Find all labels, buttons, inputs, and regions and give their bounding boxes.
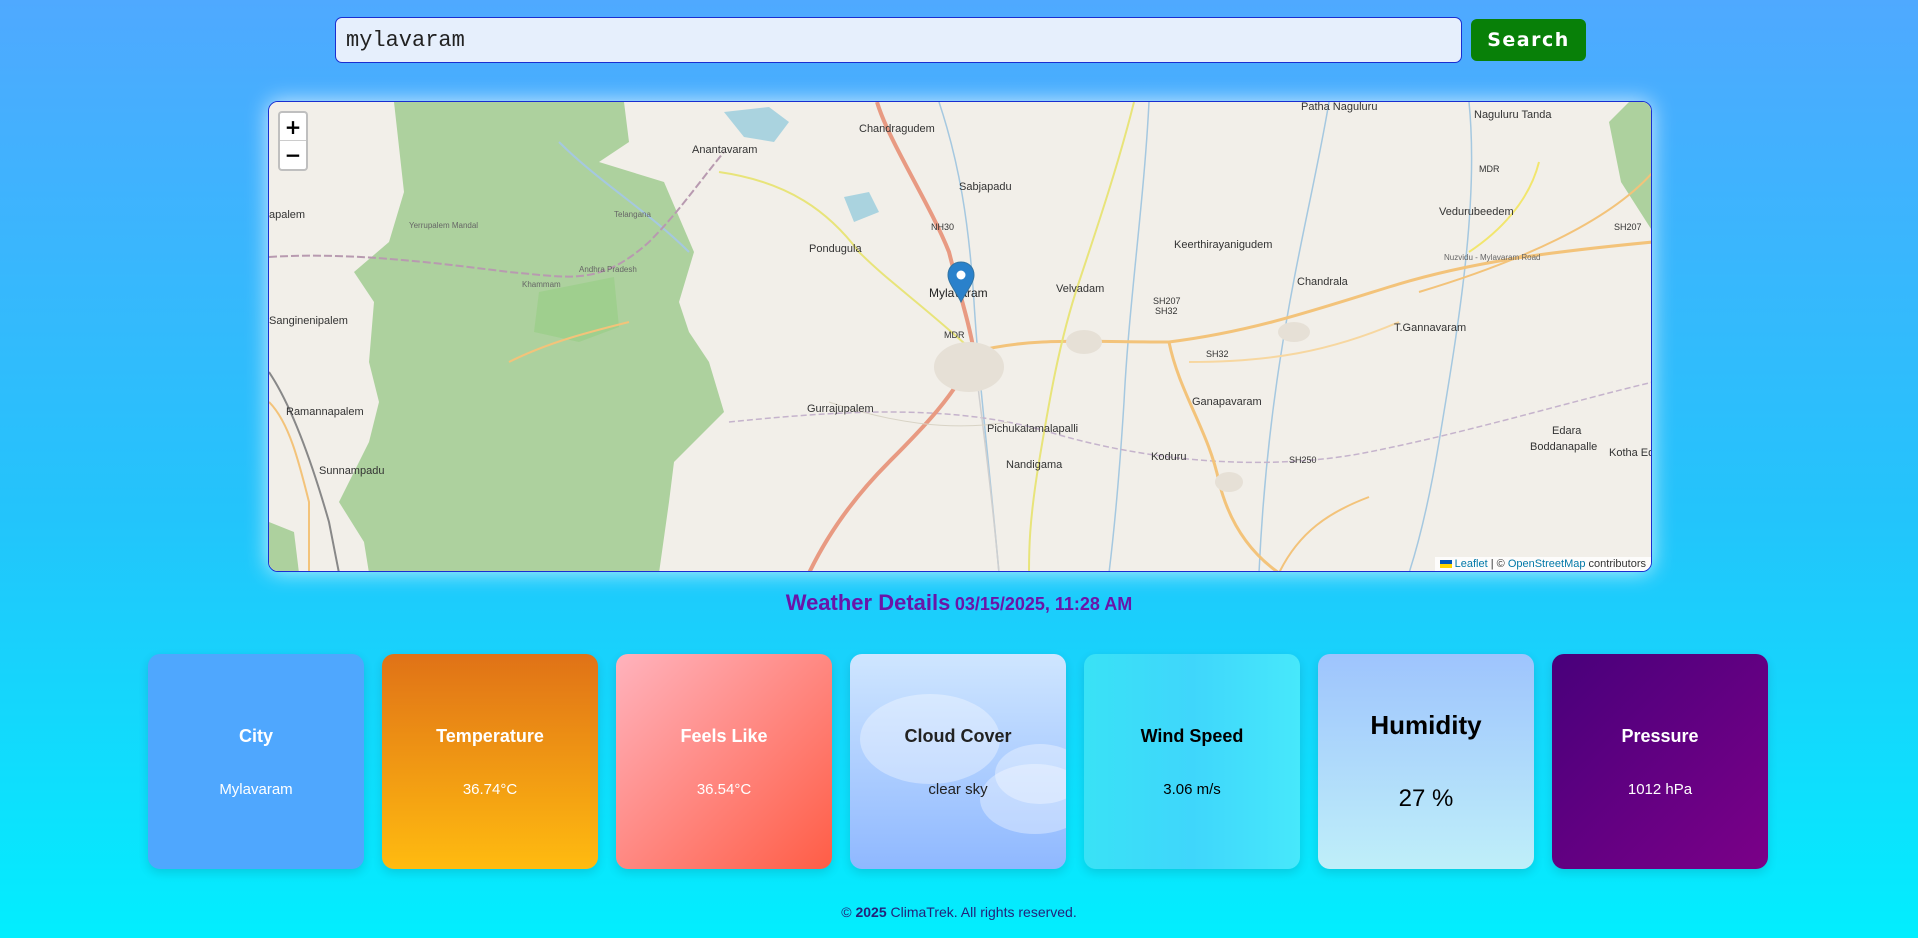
place-label: Vedurubeedem <box>1439 206 1514 218</box>
humidity-card: Humidity 27 % <box>1318 654 1534 869</box>
card-title: Temperature <box>436 725 544 746</box>
temperature-card: Temperature 36.74°C <box>382 654 598 869</box>
leaflet-link[interactable]: Leaflet <box>1455 558 1488 570</box>
card-title: Wind Speed <box>1140 725 1244 746</box>
cloud-cover-card: Cloud Cover clear sky <box>850 654 1066 869</box>
place-label: Keerthirayanigudem <box>1174 239 1272 251</box>
card-title: Feels Like <box>680 725 768 746</box>
card-value: Mylavaram <box>219 780 293 798</box>
place-label: Koduru <box>1151 451 1186 463</box>
weather-heading: Weather Details 03/15/2025, 11:28 AM <box>0 590 1918 616</box>
zoom-out-button[interactable]: − <box>280 141 306 169</box>
feels-like-card: Feels Like 36.54°C <box>616 654 832 869</box>
copyright-year: 2025 <box>855 904 887 920</box>
weather-timestamp: 03/15/2025, 11:28 AM <box>954 594 1133 614</box>
attribution-separator: | © <box>1487 558 1508 570</box>
wind-speed-card: Wind Speed 3.06 m/s <box>1084 654 1300 869</box>
town-area <box>1066 330 1102 354</box>
road-shield: MDR <box>1479 164 1500 174</box>
place-label: apalem <box>269 209 305 221</box>
road-shield: SH250 <box>1289 455 1317 465</box>
place-label: Pichukalamalapalli <box>987 423 1078 435</box>
place-label: Sabjapadu <box>959 181 1012 193</box>
pressure-card: Pressure 1012 hPa <box>1552 654 1768 869</box>
road-shield: SH32 <box>1155 306 1178 316</box>
place-label: Chandrala <box>1297 276 1349 288</box>
place-label: Boddanapalle <box>1530 441 1597 453</box>
search-bar: Search <box>335 17 1586 63</box>
road-shield: SH207 <box>1614 222 1642 232</box>
card-title: Pressure <box>1621 725 1699 746</box>
card-value: 3.06 m/s <box>1163 780 1221 798</box>
map-tiles: Patha Naguluru Naguluru Tanda Chandragud… <box>269 102 1652 571</box>
card-value: 36.74°C <box>462 780 518 798</box>
place-label: Patha Naguluru <box>1301 102 1377 113</box>
card-title: Humidity <box>1370 710 1482 740</box>
openstreetmap-link[interactable]: OpenStreetMap <box>1508 558 1586 570</box>
map-attribution: Leaflet | © OpenStreetMap contributors <box>1434 557 1651 571</box>
place-label: T.Gannavaram <box>1394 322 1466 334</box>
road-shield: SH32 <box>1206 349 1229 359</box>
place-label: Naguluru Tanda <box>1474 109 1552 121</box>
footer: © 2025 ClimaTrek. All rights reserved. <box>0 904 1918 920</box>
zoom-control: + − <box>278 111 308 171</box>
search-input[interactable] <box>335 17 1462 63</box>
road-shield: MDR <box>944 330 965 340</box>
place-label: Kotha Ed <box>1609 447 1652 459</box>
town-area <box>934 342 1004 392</box>
city-card: City Mylavaram <box>148 654 364 869</box>
place-label: Chandragudem <box>859 123 935 135</box>
card-title: Cloud Cover <box>904 725 1012 746</box>
copyright-symbol: © <box>841 904 852 920</box>
place-label: Sanginenipalem <box>269 315 348 327</box>
zoom-in-button[interactable]: + <box>280 113 306 141</box>
card-value: clear sky <box>928 780 988 798</box>
card-title: City <box>238 725 273 746</box>
place-label: Yerrupalem Mandal <box>409 221 478 230</box>
place-label: Ganapavaram <box>1192 396 1262 408</box>
weather-cards: City Mylavaram Temperature 36.74°C Feels… <box>148 654 1768 869</box>
town-area <box>1215 472 1243 492</box>
map[interactable]: Patha Naguluru Naguluru Tanda Chandragud… <box>268 101 1652 572</box>
town-area <box>1278 322 1310 342</box>
place-label: Sunnampadu <box>319 465 384 477</box>
place-label: Velvadam <box>1056 283 1104 295</box>
place-label: Ramannapalem <box>286 406 364 418</box>
card-value: 1012 hPa <box>1627 780 1693 798</box>
footer-text: ClimaTrek. All rights reserved. <box>890 904 1077 920</box>
card-value: 36.54°C <box>696 780 752 798</box>
ukraine-flag-icon <box>1439 560 1452 569</box>
search-button[interactable]: Search <box>1471 19 1586 61</box>
place-label: Nuzvidu - Mylavaram Road <box>1444 253 1540 262</box>
place-label: Pondugula <box>809 243 862 255</box>
place-label: Andhra Pradesh <box>579 265 637 274</box>
place-label: Telangana <box>614 210 651 219</box>
road-shield: NH30 <box>931 222 954 232</box>
place-label: Khammam <box>522 280 561 289</box>
place-label: Edara <box>1552 425 1582 437</box>
attribution-contributors: contributors <box>1585 558 1646 570</box>
place-label: Gurrajupalem <box>807 403 874 415</box>
place-label: Anantavaram <box>692 144 757 156</box>
road-shield: SH207 <box>1153 296 1181 306</box>
weather-title: Weather Details <box>785 590 951 615</box>
card-value: 27 % <box>1398 785 1454 812</box>
place-label: Nandigama <box>1006 459 1063 471</box>
